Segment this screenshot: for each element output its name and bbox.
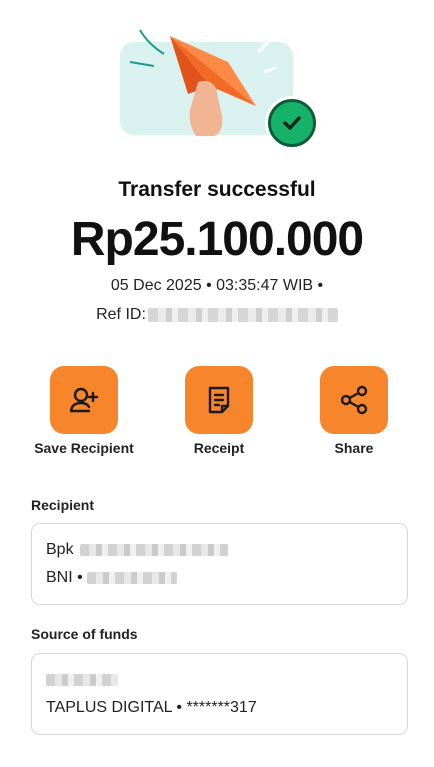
recipient-name: Bpk (46, 536, 393, 564)
recipient-bank-prefix: BNI • (46, 569, 83, 586)
source-holder-redacted (46, 674, 118, 686)
save-recipient-button[interactable] (50, 366, 118, 434)
recipient-name-redacted (79, 544, 228, 556)
save-recipient-action[interactable]: Save Recipient (24, 366, 144, 456)
source-card: TAPLUS DIGITAL • *******317 (31, 653, 408, 735)
source-account: TAPLUS DIGITAL • *******317 (46, 699, 257, 716)
recipient-section-label: Recipient (31, 497, 95, 513)
reference-id: Ref ID: (0, 306, 434, 324)
source-section-label: Source of funds (31, 626, 138, 642)
receipt-label: Receipt (193, 440, 245, 456)
share-label: Share (334, 440, 374, 456)
receipt-button[interactable] (185, 366, 253, 434)
share-button[interactable] (320, 366, 388, 434)
recipient-account-redacted (86, 572, 177, 584)
share-icon (340, 385, 368, 415)
ref-label: Ref ID: (96, 306, 146, 323)
add-user-icon (69, 387, 99, 413)
recipient-bank: BNI • (46, 564, 393, 592)
save-recipient-label: Save Recipient (34, 440, 134, 456)
transfer-datetime: 05 Dec 2025 • 03:35:47 WIB • (110, 277, 324, 294)
transfer-amount: Rp25.100.000 (70, 213, 364, 266)
checkmark-icon (268, 99, 316, 147)
receipt-action[interactable]: Receipt (159, 366, 279, 456)
source-holder (46, 666, 393, 694)
share-action[interactable]: Share (294, 366, 414, 456)
ref-id-redacted (147, 308, 338, 322)
recipient-name-prefix: Bpk (46, 541, 74, 558)
recipient-card: Bpk BNI • (31, 523, 408, 605)
receipt-icon (208, 386, 230, 414)
page-title: Transfer successful (118, 178, 316, 201)
hero-illustration (118, 24, 318, 149)
